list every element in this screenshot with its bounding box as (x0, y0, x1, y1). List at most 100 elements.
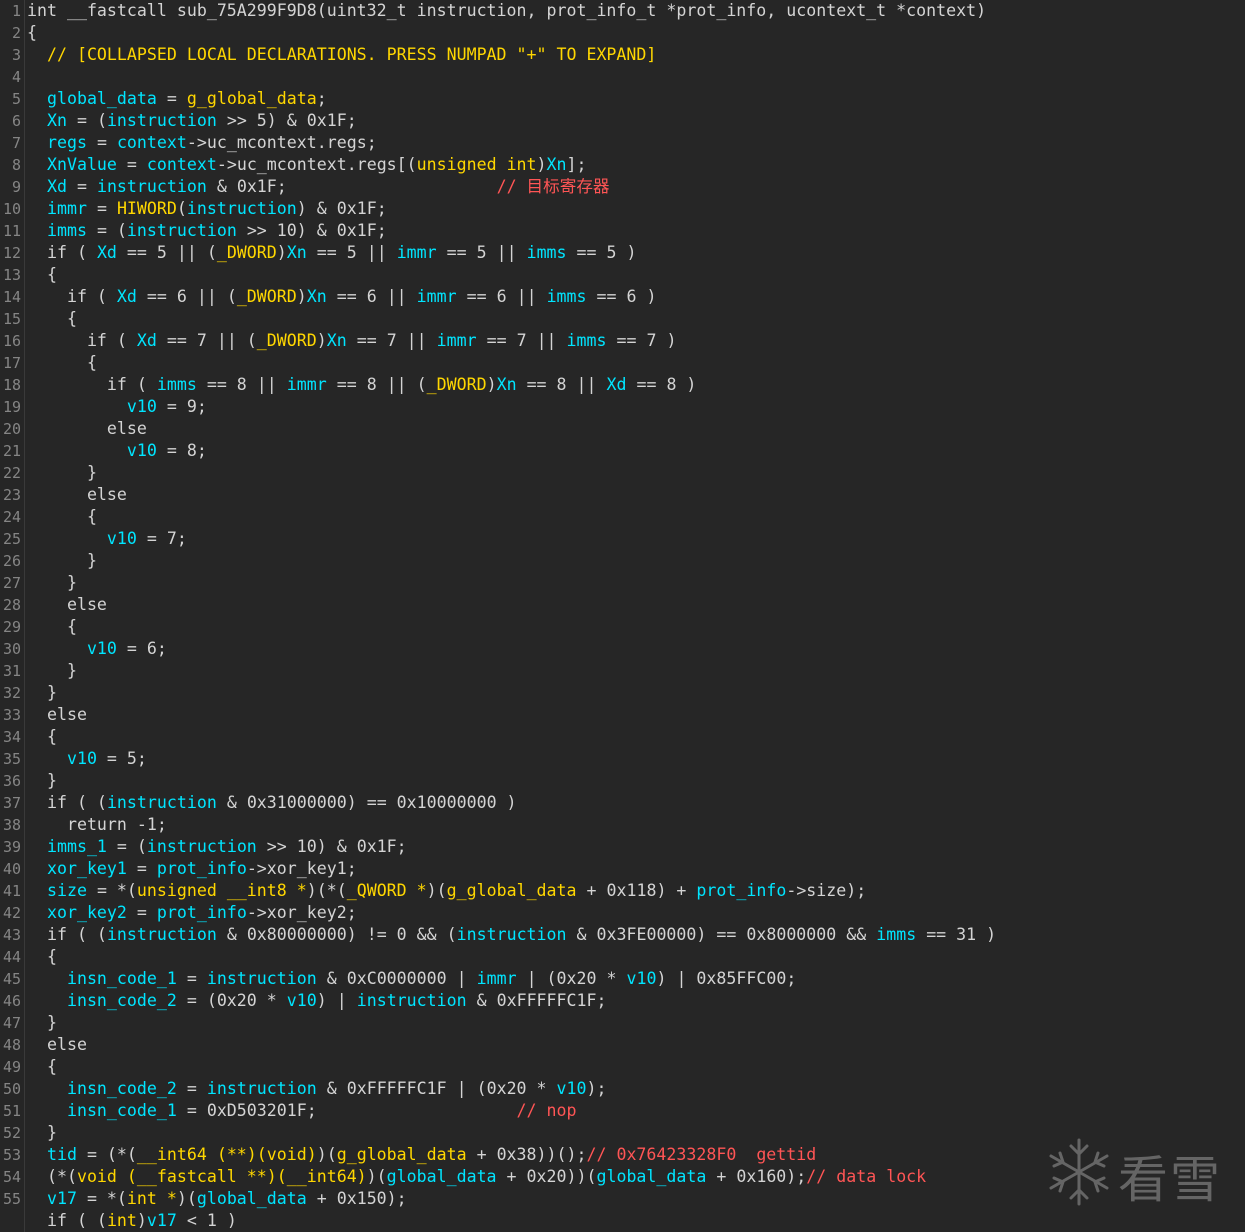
code-token: == 5 || (436, 243, 527, 262)
line-number: 52 (2, 1124, 21, 1142)
snowflake-icon (1049, 1138, 1109, 1206)
code-text: regs = context->uc_mcontext.regs; (27, 132, 377, 154)
code-token: instruction (206, 969, 317, 988)
code-token: size (27, 881, 87, 900)
line-number: 13 (2, 266, 21, 284)
code-token: ); (586, 1079, 607, 1098)
code-text: if ( (instruction & 0x31000000) == 0x100… (27, 792, 517, 814)
code-token: } (27, 1123, 57, 1142)
line-number: 8 (11, 156, 21, 174)
code-token: _DWORD (216, 243, 277, 262)
code-token: instruction (456, 925, 567, 944)
code-token: == 7 || (346, 331, 437, 350)
code-line: 18 if ( imms == 8 || immr == 8 || (_DWOR… (0, 374, 1245, 396)
code-token: if ( ( (27, 793, 107, 812)
code-text: if ( Xd == 7 || (_DWORD)Xn == 7 || immr … (27, 330, 677, 352)
code-line: 17 { (0, 352, 1245, 374)
code-token: )( (426, 881, 447, 900)
code-token: else (27, 595, 107, 614)
code-line: 26 } (0, 550, 1245, 572)
code-line: 13 { (0, 264, 1245, 286)
code-editor[interactable]: 1 int __fastcall sub_75A299F9D8(uint32_t … (0, 0, 1245, 1232)
code-token: instruction (106, 925, 217, 944)
code-line: 44 { (0, 946, 1245, 968)
code-token: if ( (27, 243, 97, 262)
code-line: 51 insn_code_1 = 0xD503201F; // nop (0, 1100, 1245, 1122)
line-number: 54 (2, 1168, 21, 1186)
code-text: if ( Xd == 6 || (_DWORD)Xn == 6 || immr … (27, 286, 657, 308)
code-text: imms_1 = (instruction >> 10) & 0x1F; (27, 836, 407, 858)
line-number: 15 (2, 310, 21, 328)
line-number: 39 (2, 838, 21, 856)
code-line: 40 xor_key1 = prot_info->xor_key1; (0, 858, 1245, 880)
code-token: // nop (516, 1101, 577, 1120)
code-line: 24 { (0, 506, 1245, 528)
code-token: Xd (606, 375, 627, 394)
code-text: insn_code_2 = instruction & 0xFFFFFC1F |… (27, 1078, 607, 1100)
line-number: 10 (2, 200, 21, 218)
code-line: 21 v10 = 8; (0, 440, 1245, 462)
code-token: == 6 || (456, 287, 547, 306)
code-token: imms (566, 331, 607, 350)
code-token: = (66, 177, 97, 196)
line-number: 12 (2, 244, 21, 262)
code-token: instruction (356, 991, 467, 1010)
code-token: // 目标寄存器 (496, 177, 610, 196)
code-line: 34 { (0, 726, 1245, 748)
code-text: // [COLLAPSED LOCAL DECLARATIONS. PRESS … (27, 44, 656, 66)
code-token: int * (126, 1189, 177, 1208)
code-token: )( (316, 1145, 337, 1164)
line-number: 30 (2, 640, 21, 658)
line-number: 29 (2, 618, 21, 636)
line-number: 6 (11, 112, 21, 130)
code-token: regs (27, 133, 87, 152)
code-line: 39 imms_1 = (instruction >> 10) & 0x1F; (0, 836, 1245, 858)
code-token: ->uc_mcontext.regs[( (216, 155, 417, 174)
line-number: 1 (11, 2, 21, 20)
code-text: else (27, 704, 87, 726)
code-text: insn_code_1 = instruction & 0xC0000000 |… (27, 968, 796, 990)
code-text: if ( imms == 8 || immr == 8 || (_DWORD)X… (27, 374, 697, 396)
code-token: if ( (27, 287, 117, 306)
code-text: if ( (int)v17 < 1 ) (27, 1210, 237, 1232)
code-text: xor_key2 = prot_info->xor_key2; (27, 902, 357, 924)
line-number: 38 (2, 816, 21, 834)
code-token: == 6 || ( (136, 287, 237, 306)
code-token: = (116, 155, 147, 174)
code-token: ) (486, 375, 497, 394)
code-token: unsigned __int8 * (136, 881, 307, 900)
line-number: 21 (2, 442, 21, 460)
code-token: immr (27, 199, 87, 218)
code-token: return -1; (27, 815, 167, 834)
code-token: ) (136, 1211, 147, 1230)
code-token: _QWORD * (346, 881, 427, 900)
code-token: prot_info (696, 881, 787, 900)
code-token: } (27, 683, 57, 702)
code-token: g_global_data (186, 89, 317, 108)
code-text: (*(void (__fastcall **)(__int64))(global… (27, 1166, 926, 1188)
code-token: g_global_data (446, 881, 577, 900)
code-token: Xd (27, 177, 67, 196)
code-text: else (27, 594, 107, 616)
code-token: ( (176, 199, 187, 218)
code-line: 11 imms = (instruction >> 10) & 0x1F; (0, 220, 1245, 242)
code-token: ) & 0x1F; (296, 199, 387, 218)
code-text: v10 = 7; (27, 528, 187, 550)
code-line: 33 else (0, 704, 1245, 726)
line-number: 2 (11, 24, 21, 42)
code-token: _DWORD (426, 375, 487, 394)
watermark: 看雪 (1046, 1136, 1226, 1210)
code-line: 27 } (0, 572, 1245, 594)
code-token: v10 (27, 529, 137, 548)
code-token: HIWORD (116, 199, 177, 218)
code-text: xor_key1 = prot_info->xor_key1; (27, 858, 357, 880)
code-token: { (27, 353, 97, 372)
code-token: { (27, 1057, 57, 1076)
line-number: 4 (11, 68, 21, 86)
code-token: { (27, 309, 77, 328)
code-token: v10 (27, 397, 157, 416)
code-token: >> 5) & 0x1F; (216, 111, 357, 130)
code-text: } (27, 1012, 57, 1034)
code-text: { (27, 506, 97, 528)
line-number: 25 (2, 530, 21, 548)
